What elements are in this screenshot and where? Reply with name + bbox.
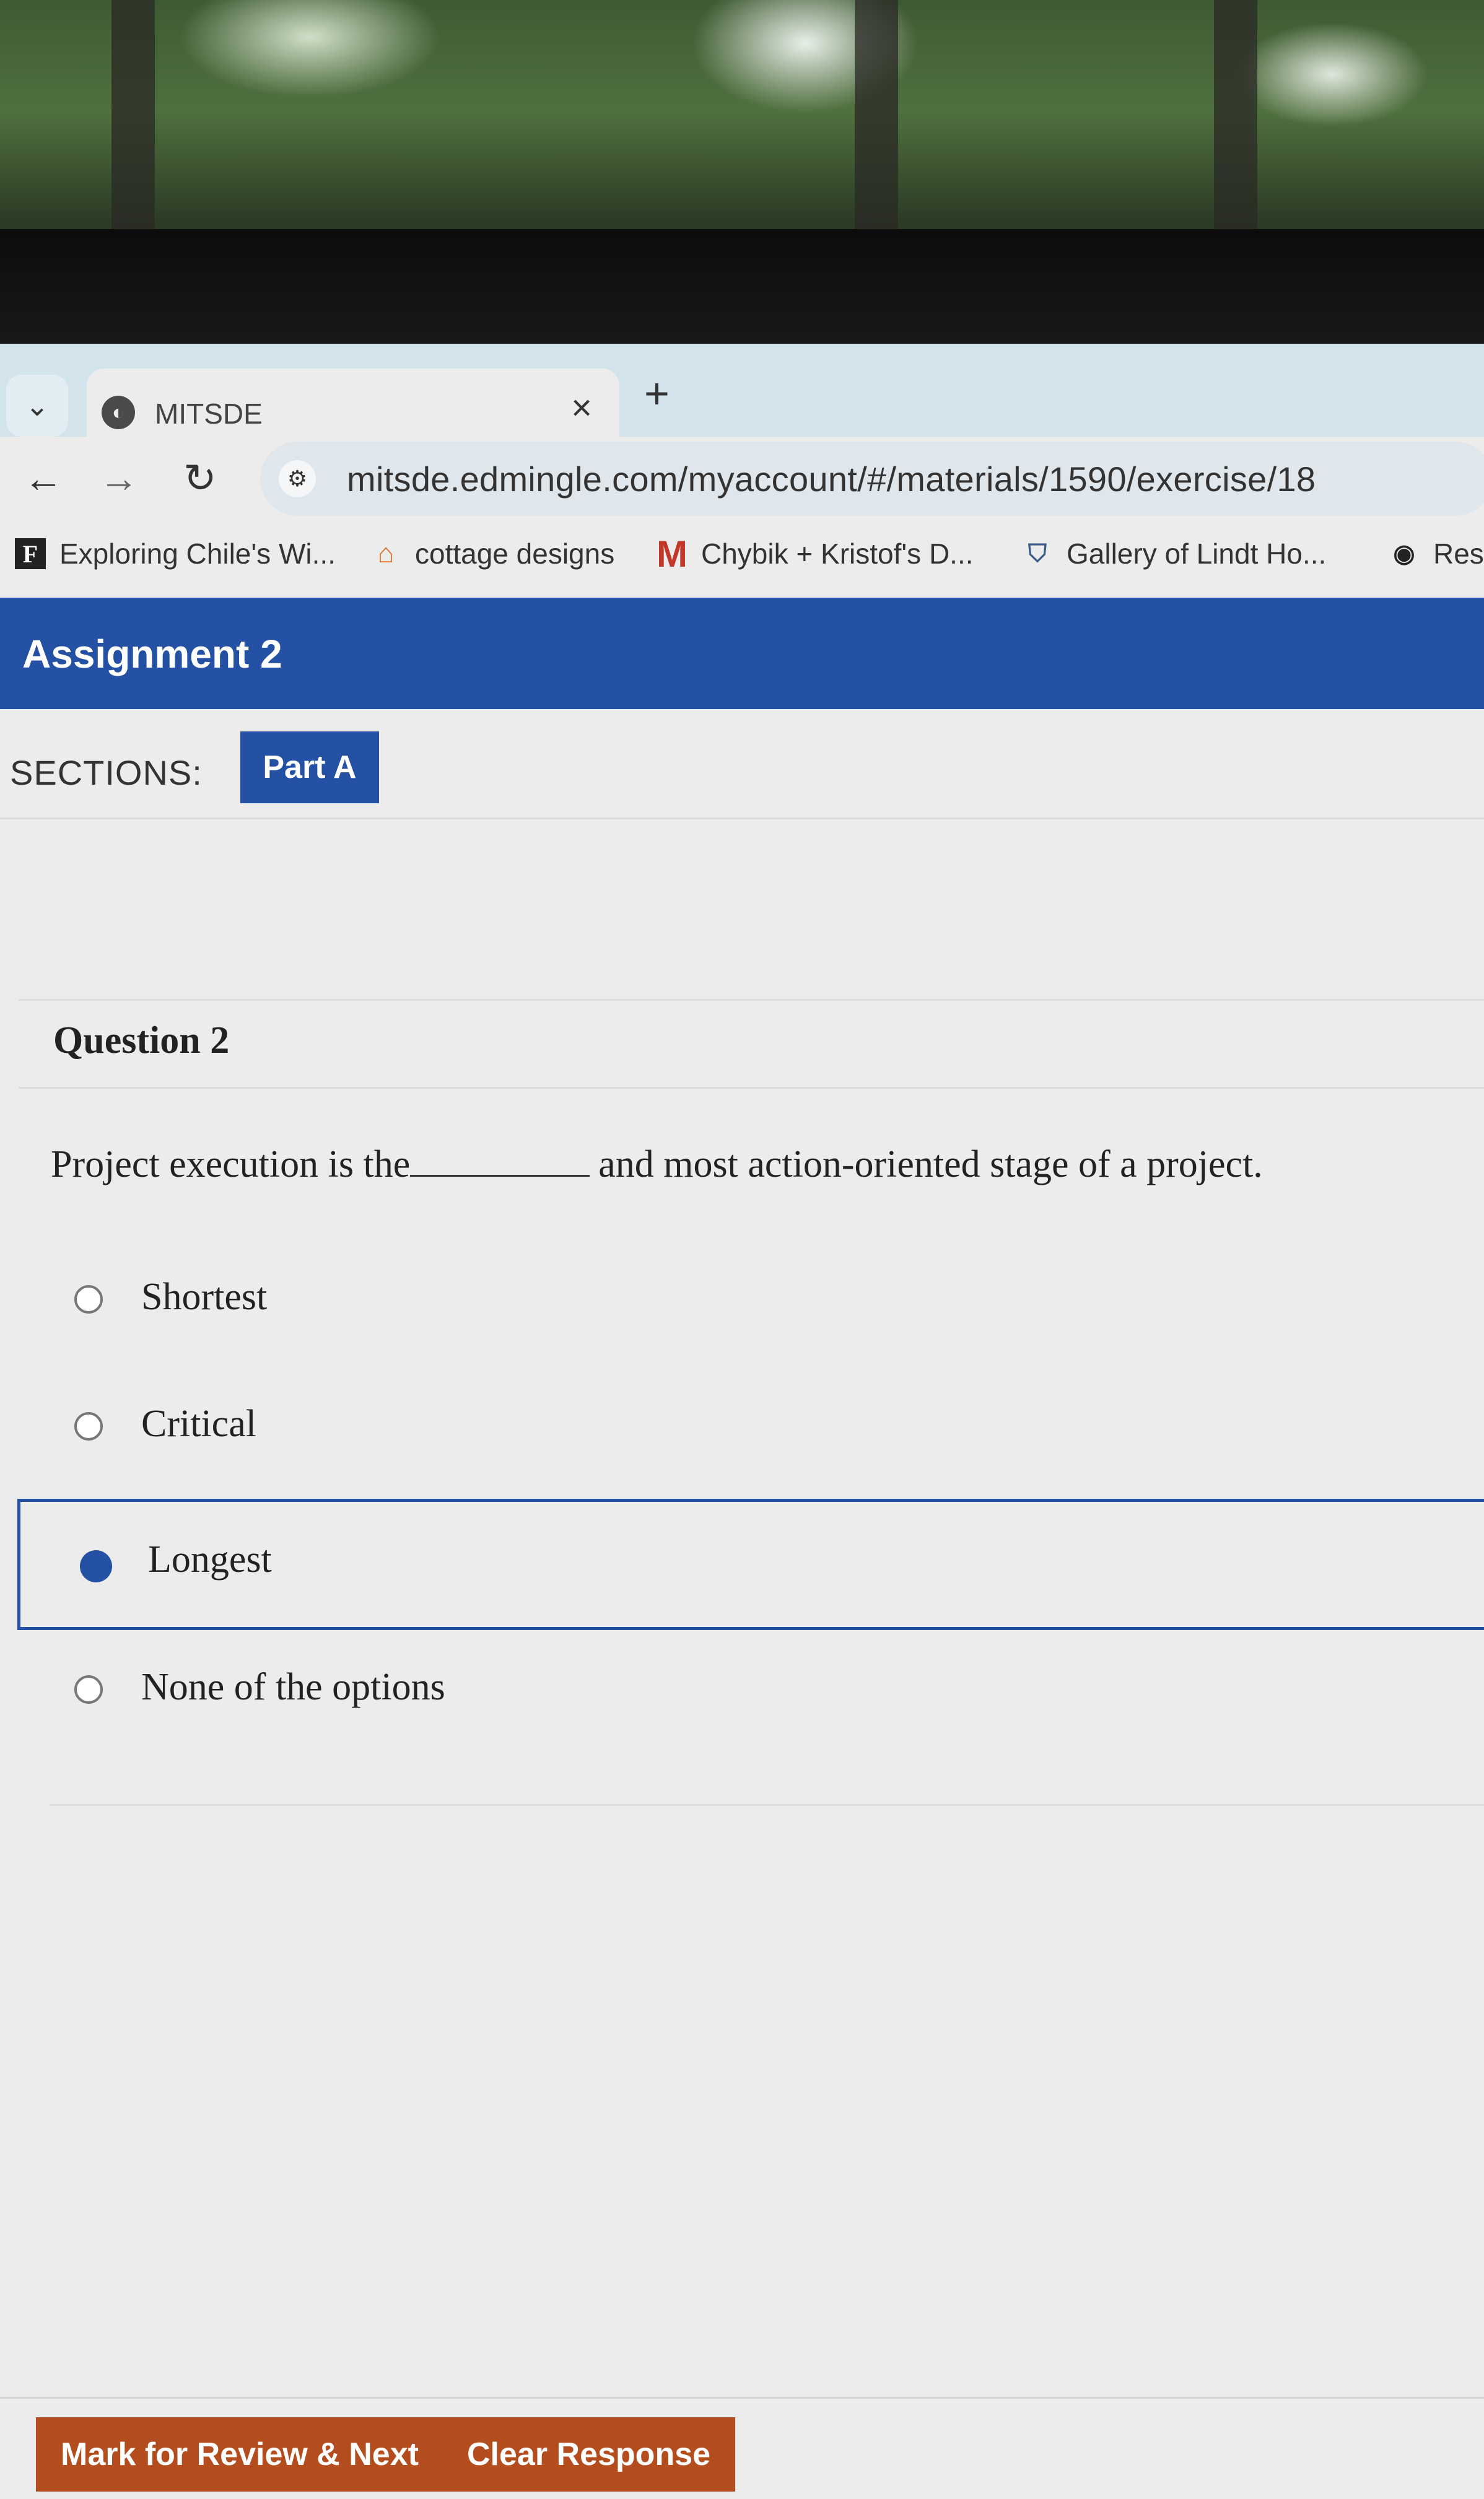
bookmark-item[interactable]: ⛉ Gallery of Lindt Ho...	[1022, 537, 1326, 570]
divider	[19, 1087, 1484, 1089]
option-critical[interactable]: Critical	[0, 1375, 1484, 1493]
bookmark-item[interactable]: F Exploring Chile's Wi...	[15, 537, 336, 570]
address-bar[interactable]: ⚙ mitsde.edmingle.com/myaccount/#/materi…	[260, 442, 1484, 516]
bookmark-item[interactable]: ◉ Res	[1389, 537, 1484, 570]
bookmark-label: cottage designs	[415, 538, 615, 570]
question-text-start: Project execution is the	[51, 1143, 411, 1185]
bookmark-label: Res	[1433, 538, 1484, 570]
house-icon: ⌂	[377, 538, 395, 569]
divider	[19, 999, 1484, 1001]
forward-arrow-icon[interactable]: →	[99, 455, 139, 501]
globe-icon: ◉	[1393, 540, 1415, 567]
section-part-a-button[interactable]: Part A	[240, 731, 379, 803]
clear-response-button[interactable]: Clear Response	[442, 2417, 736, 2492]
tab-strip: ⌄ ◐ MITSDE × +	[0, 344, 1484, 449]
question-text-end: and most action-oriented stage of a proj…	[598, 1143, 1263, 1185]
option-longest-selected[interactable]: Longest	[17, 1499, 1484, 1630]
globe-icon: ◐	[102, 396, 135, 429]
tab-search-chevron-icon[interactable]: ⌄	[6, 375, 68, 437]
assignment-header: Assignment 2	[0, 598, 1484, 709]
assignment-title: Assignment 2	[22, 632, 282, 676]
bookmark-label: Exploring Chile's Wi...	[59, 538, 336, 570]
back-arrow-icon[interactable]: ←	[24, 455, 63, 501]
radio-button-checked[interactable]	[80, 1550, 112, 1582]
assignment-page: Assignment 2 SECTIONS: Part A Question 2…	[0, 598, 1484, 2499]
close-icon[interactable]: ×	[571, 387, 592, 429]
radio-button[interactable]	[74, 1412, 103, 1441]
option-label[interactable]: Longest	[148, 1538, 272, 1582]
reload-icon[interactable]: ↻	[183, 455, 217, 502]
tree-trunk	[1214, 0, 1257, 248]
option-label[interactable]: None of the options	[141, 1665, 445, 1709]
m-logo-icon: M	[657, 533, 687, 575]
shield-icon: ⛉	[1028, 539, 1047, 567]
browser-window: ⌄ ◐ MITSDE × + ← → ↻ ⚙ mitsde.edmingle.c…	[0, 344, 1484, 2499]
footer-action-bar: Mark for Review & Next Clear Response	[0, 2397, 1484, 2499]
url-text[interactable]: mitsde.edmingle.com/myaccount/#/material…	[347, 459, 1316, 499]
option-label[interactable]: Critical	[141, 1402, 256, 1446]
bookmarks-bar: F Exploring Chile's Wi... ⌂ cottage desi…	[0, 523, 1484, 599]
tree-trunk	[855, 0, 898, 248]
divider	[50, 1804, 1484, 1806]
new-tab-plus-icon[interactable]: +	[644, 369, 670, 418]
tab-title: MITSDE	[155, 398, 263, 430]
site-settings-icon[interactable]: ⚙	[279, 460, 316, 497]
option-none-of-the-options[interactable]: None of the options	[0, 1638, 1484, 1756]
mark-for-review-next-button[interactable]: Mark for Review & Next	[36, 2417, 443, 2492]
question-blank	[410, 1145, 590, 1177]
question-text: Project execution is the and most action-…	[51, 1143, 1263, 1187]
question-title: Question 2	[53, 1019, 230, 1062]
option-shortest[interactable]: Shortest	[0, 1248, 1484, 1366]
bookmark-item[interactable]: ⌂ cottage designs	[370, 537, 615, 570]
bookmark-label: Chybik + Kristof's D...	[701, 538, 974, 570]
option-label[interactable]: Shortest	[141, 1275, 267, 1319]
bookmark-item[interactable]: M Chybik + Kristof's D...	[657, 533, 974, 575]
sections-label: SECTIONS:	[10, 753, 203, 792]
tree-trunk	[111, 0, 155, 248]
browser-toolbar: ← → ↻ ⚙ mitsde.edmingle.com/myaccount/#/…	[0, 437, 1484, 523]
f-logo-icon: F	[15, 538, 46, 569]
bookmark-label: Gallery of Lindt Ho...	[1067, 538, 1327, 570]
sections-bar: SECTIONS: Part A	[0, 709, 1484, 819]
radio-button[interactable]	[74, 1675, 103, 1704]
radio-button[interactable]	[74, 1285, 103, 1314]
